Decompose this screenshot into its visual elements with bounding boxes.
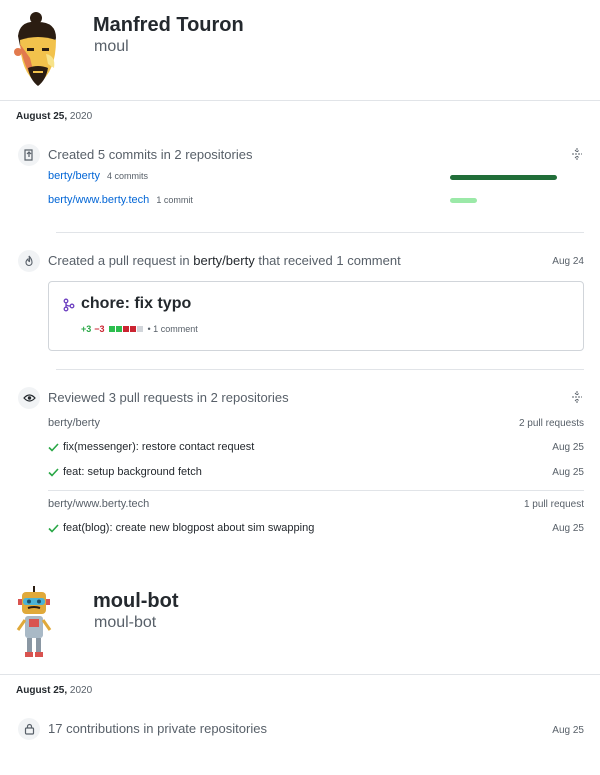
reviewed-pr-item[interactable]: feat: setup background fetch (48, 466, 202, 478)
commit-bar (450, 175, 557, 180)
user-login[interactable]: moul (94, 38, 129, 56)
review-repo-name[interactable]: berty/www.berty.tech (48, 498, 149, 510)
review-pr-count: 1 pull request (523, 499, 584, 510)
commit-bar (450, 198, 477, 203)
fold-icon[interactable] (570, 390, 584, 404)
flame-icon (18, 250, 40, 272)
commit-count-link[interactable]: 1 commit (156, 195, 193, 205)
commits-event-title: Created 5 commits in 2 repositories (48, 147, 253, 162)
review-group-separator (48, 490, 584, 491)
user-full-name[interactable]: moul-bot (93, 590, 179, 613)
user-profile-moul: Manfred Touron moul (0, 0, 600, 100)
pull-request-card: chore: fix typo +3 −3 • 1 comment (48, 281, 584, 351)
user-full-name[interactable]: Manfred Touron (93, 14, 244, 37)
divider (0, 674, 600, 675)
review-repo-name[interactable]: berty/berty (48, 417, 100, 429)
reviewed-pr-item[interactable]: fix(messenger): restore contact request (48, 441, 254, 453)
commit-repo-row: berty/www.berty.tech 1 commit (48, 194, 193, 206)
pr-event-title: Created a pull request in berty/berty th… (48, 253, 401, 268)
diffstat-block (108, 326, 115, 332)
avatar[interactable] (14, 586, 54, 660)
reviewed-pr-title[interactable]: feat(blog): create new blogpost about si… (63, 522, 314, 534)
avatar[interactable] (10, 10, 66, 90)
check-icon (48, 523, 59, 533)
reviewed-pr-date: Aug 25 (552, 467, 584, 478)
check-icon (48, 442, 59, 452)
user-profile-moul-bot: moul-bot moul-bot (0, 580, 600, 670)
reviewed-pr-date: Aug 25 (552, 523, 584, 534)
repo-link[interactable]: berty/berty (193, 253, 254, 268)
pull-request-title[interactable]: chore: fix typo (81, 295, 191, 313)
activity-date: August 25, 2020 (16, 111, 93, 122)
reviewed-pr-item[interactable]: feat(blog): create new blogpost about si… (48, 522, 314, 534)
additions-count: +3 (81, 324, 92, 334)
event-date: Aug 25 (552, 725, 584, 736)
diffstat-block (115, 326, 122, 332)
activity-date: August 25, 2020 (16, 685, 93, 696)
deletions-count: −3 (94, 324, 105, 334)
diffstat-block (122, 326, 129, 332)
event-date: Aug 24 (552, 256, 584, 267)
event-separator (56, 369, 584, 370)
pull-request-stats: +3 −3 • 1 comment (81, 324, 198, 334)
fold-icon[interactable] (570, 147, 584, 161)
user-login[interactable]: moul-bot (94, 614, 156, 632)
comment-count[interactable]: • 1 comment (148, 324, 198, 334)
eye-icon (18, 387, 40, 409)
reviewed-pr-date: Aug 25 (552, 442, 584, 453)
git-pull-request-icon (63, 298, 75, 317)
check-icon (48, 467, 59, 477)
private-contributions-title: 17 contributions in private repositories (48, 721, 267, 736)
reviewed-pr-title[interactable]: fix(messenger): restore contact request (63, 441, 254, 453)
review-pr-count: 2 pull requests (518, 418, 584, 429)
review-event-title: Reviewed 3 pull requests in 2 repositori… (48, 390, 289, 405)
diffstat-block (136, 326, 143, 332)
diffstat-block (129, 326, 136, 332)
lock-icon (18, 718, 40, 740)
commit-count-link[interactable]: 4 commits (107, 171, 148, 181)
commit-repo-row: berty/berty 4 commits (48, 170, 148, 182)
event-separator (56, 232, 584, 233)
divider (0, 100, 600, 101)
reviewed-pr-title[interactable]: feat: setup background fetch (63, 466, 202, 478)
repo-link[interactable]: berty/www.berty.tech (48, 194, 149, 206)
repo-push-icon (18, 144, 40, 166)
diffstat (108, 326, 143, 332)
repo-link[interactable]: berty/berty (48, 170, 100, 182)
